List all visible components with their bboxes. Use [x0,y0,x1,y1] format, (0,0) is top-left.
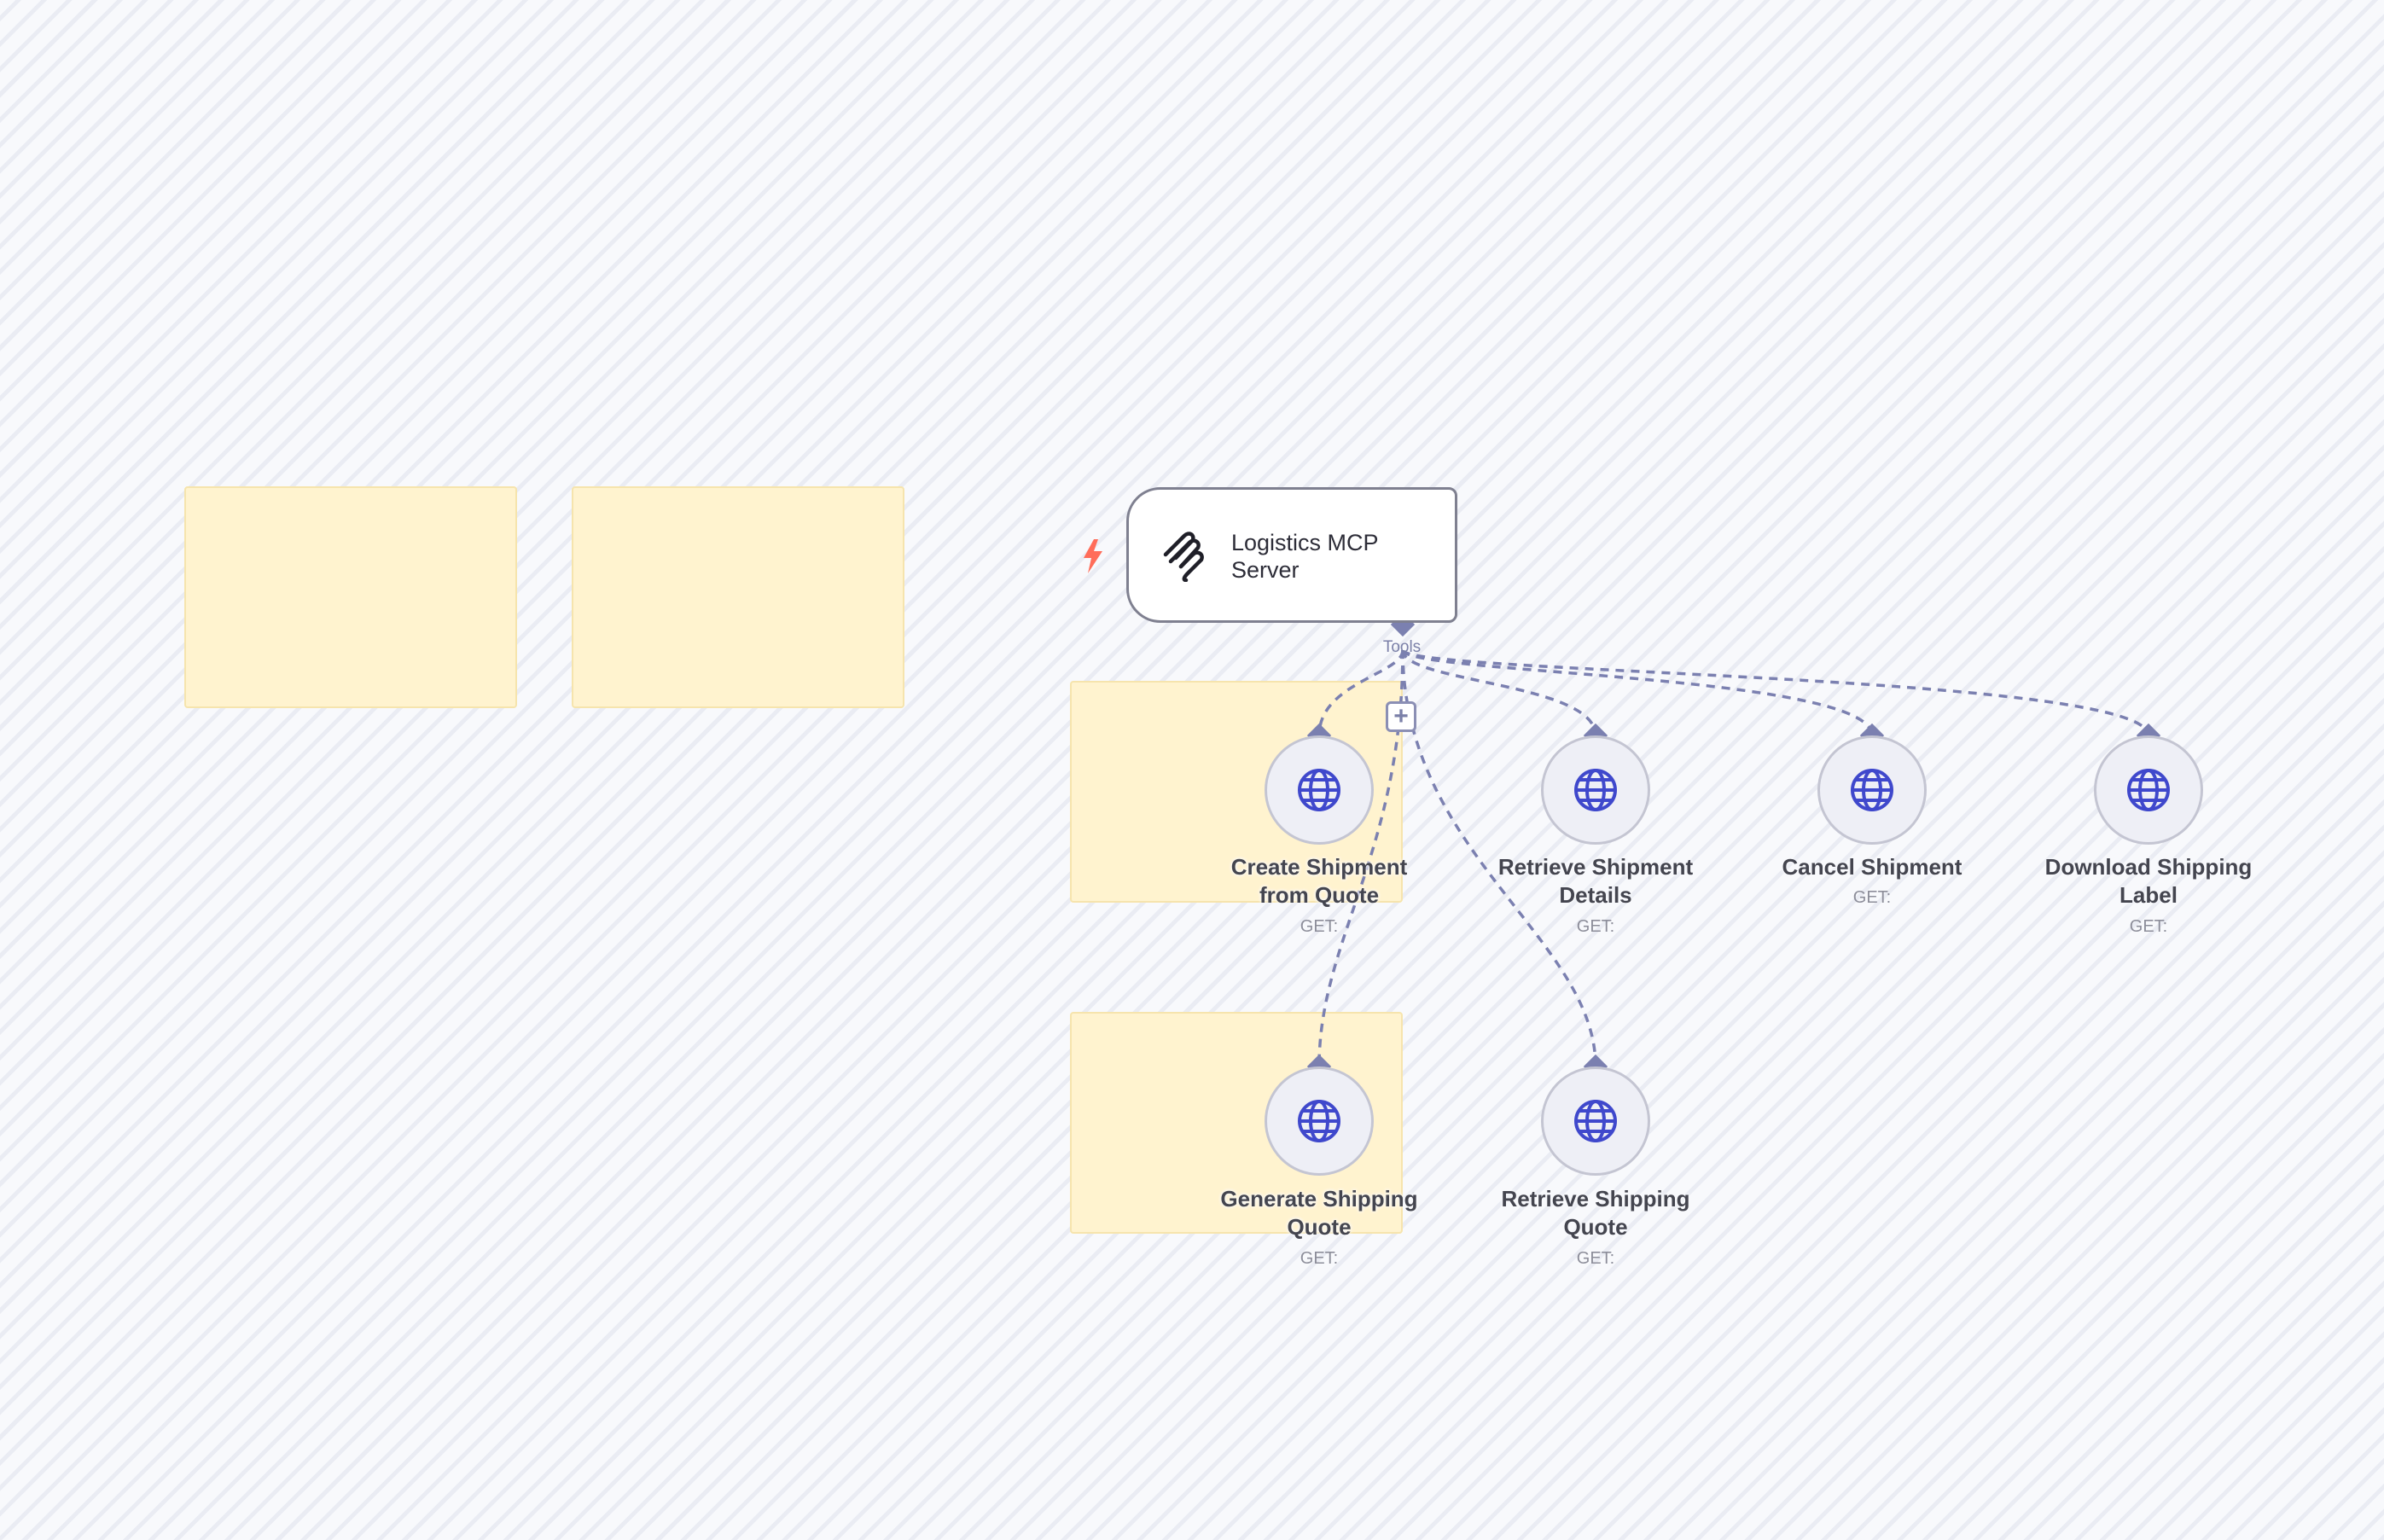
tool-method: GET: [2129,917,2168,936]
add-tool-button[interactable]: + [1386,701,1416,732]
tool-method: GET: [1576,1249,1615,1268]
tool-label: Create Shipment from Quote [1230,854,1408,908]
tool-node-generate-shipping-quote[interactable] [1265,1066,1374,1176]
globe-icon [2127,769,2170,811]
workflow-canvas[interactable]: Logistics MCP Server Tools + Create Ship… [0,0,2384,1540]
tool-label: Download Shipping Label [2044,854,2253,908]
globe-icon [1574,1100,1617,1142]
tool-method: GET: [1300,917,1339,936]
sticky-note[interactable] [184,486,517,708]
connection-retrieve-shipment-details [1401,649,1597,736]
tool-method: GET: [1576,917,1615,936]
tool-node-create-shipment[interactable] [1265,735,1374,845]
tool-node-retrieve-shipping-quote[interactable] [1541,1066,1650,1176]
tool-label: Retrieve Shipping Quote [1501,1186,1690,1240]
connection-download-label [1401,648,2150,736]
lightning-bolt-icon [1084,539,1102,573]
tool-method: GET: [1852,888,1892,907]
mcp-server-node[interactable]: Logistics MCP Server [1126,487,1457,623]
tool-label: Generate Shipping Quote [1220,1186,1418,1240]
globe-icon [1574,769,1617,811]
server-node-label: Logistics MCP Server [1231,530,1379,583]
tool-node-download-shipping-label[interactable] [2094,735,2203,845]
plus-icon: + [1393,702,1409,730]
tool-method: GET: [1300,1249,1339,1268]
tool-label: Cancel Shipment [1782,854,1962,880]
globe-icon [1298,769,1340,811]
tool-label: Retrieve Shipment Details [1497,854,1694,908]
connection-cancel-shipment [1401,648,1874,736]
tool-node-cancel-shipment[interactable] [1817,735,1927,845]
globe-icon [1851,769,1893,811]
sticky-note[interactable] [572,486,904,708]
tool-node-retrieve-shipment-details[interactable] [1541,735,1650,845]
globe-icon [1298,1100,1340,1142]
tools-connector-label: Tools [1382,638,1422,656]
stack-icon [1163,532,1204,582]
